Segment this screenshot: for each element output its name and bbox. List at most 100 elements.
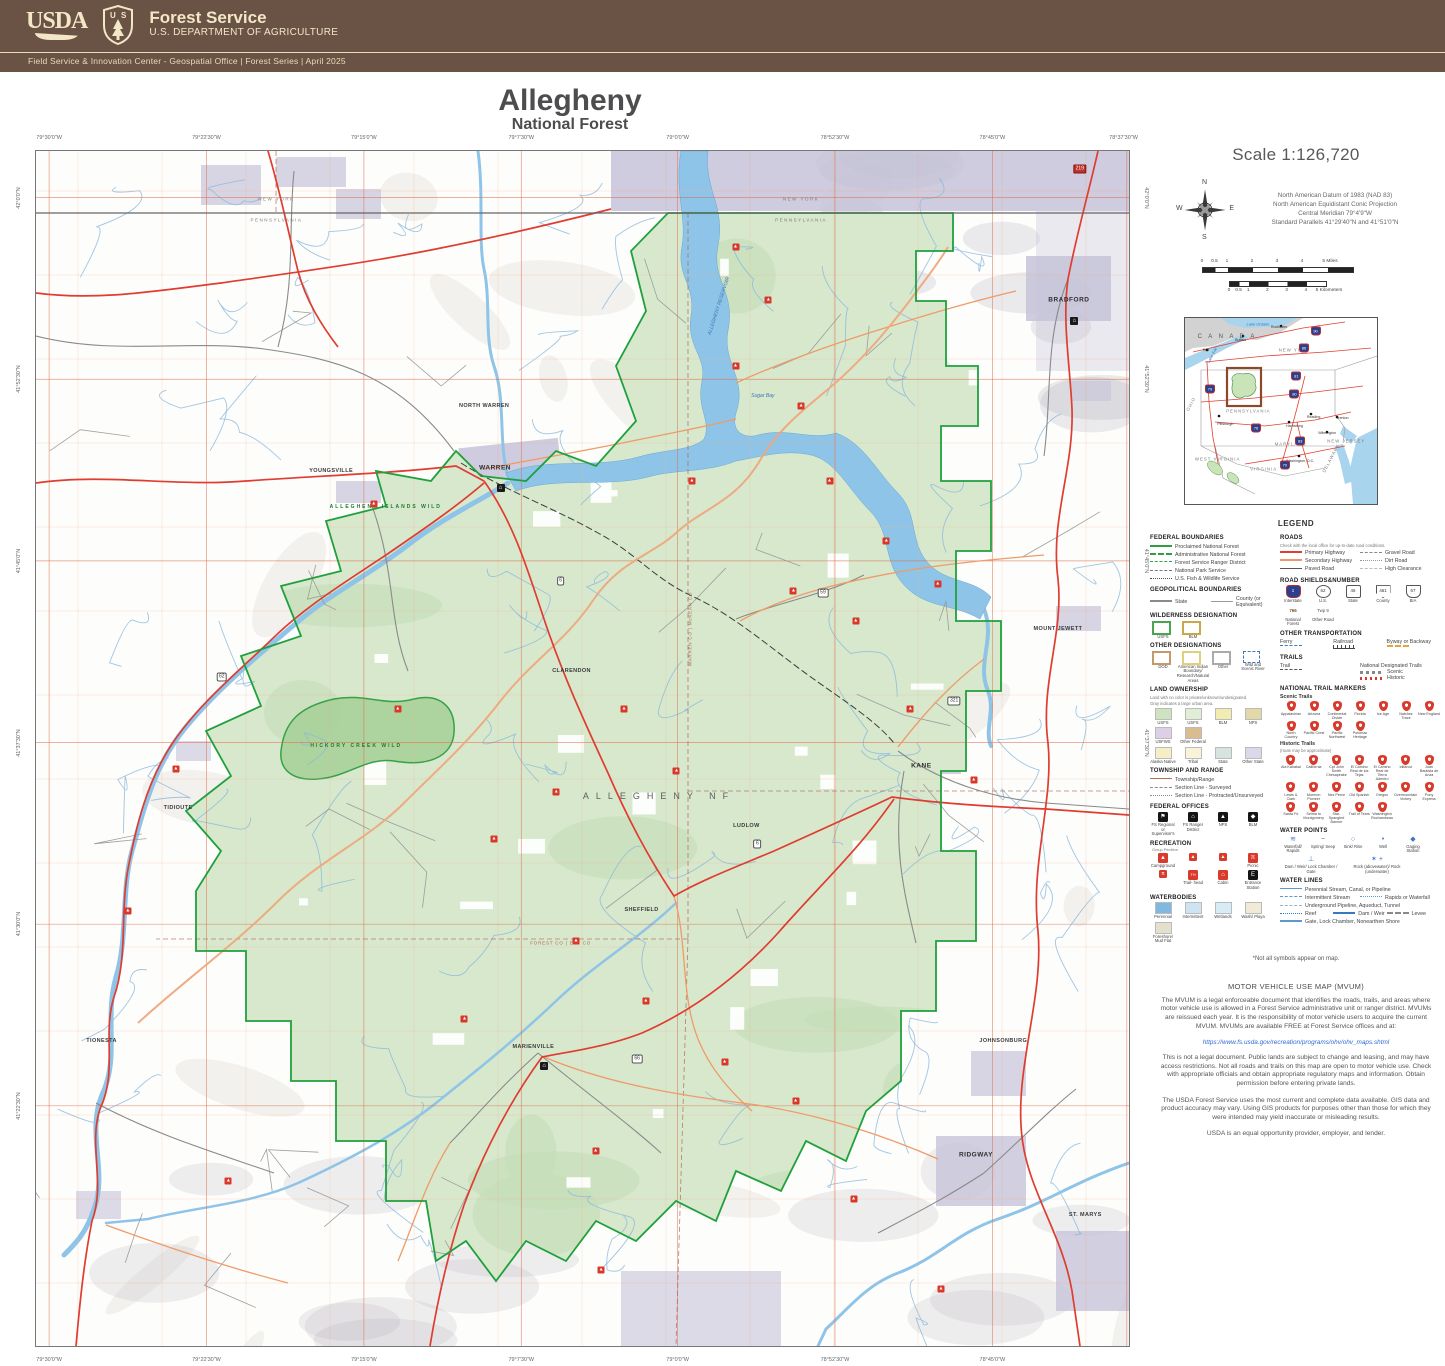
scale-tick: 0.5 <box>1235 288 1242 293</box>
legend-water-lines: WATER LINES Perennial Stream, Canal, or … <box>1280 878 1440 926</box>
legend-item: Trail <box>1280 663 1360 681</box>
legend-item: County (or Equivalent) <box>1211 596 1272 608</box>
mvum-title: MOTOR VEHICLE USE MAP (MVUM) <box>1156 982 1436 991</box>
legend-item: Byway or Backway <box>1387 639 1440 649</box>
trail-marker-icon: Overmountain Victory <box>1394 782 1417 801</box>
federal-office-icon: ⌂FS Ranger District <box>1180 812 1206 837</box>
map-canvas <box>36 151 1129 1346</box>
usda-wordmark: USDA <box>26 10 87 32</box>
main-map: 79°30'0"W79°22'30"W79°15'0"W79°7'30"W79°… <box>35 150 1130 1347</box>
page: { "header": { "usda": "USDA", "agency": … <box>0 0 1445 1366</box>
trail-marker-icon: Natchez Trace <box>1395 701 1417 720</box>
road-shield-icon: 46State <box>1340 585 1366 604</box>
waterbody-swatch: Foreshore/ Mud Flat <box>1150 922 1176 944</box>
scale-tick: 2 <box>1266 288 1269 293</box>
map-label: 42°0'0"N <box>16 187 22 208</box>
land-ownership-swatch: Other Federal <box>1180 727 1206 745</box>
locator-inset-map: C A N A D ALake OntarioLake ErieNEW YORK… <box>1184 317 1378 505</box>
road-shield-icon: 67BIA <box>1400 585 1426 604</box>
trail-marker-icon: Santa Fe <box>1280 802 1302 825</box>
page-title: Allegheny <box>0 86 1140 116</box>
land-ownership-swatch: USFS <box>1150 708 1176 726</box>
trail-marker-icon: Appalachian <box>1280 701 1302 720</box>
symbols-note: *Not all symbols appear on map. <box>1150 956 1442 962</box>
land-ownership-swatch: Tribal <box>1180 747 1206 765</box>
trail-marker-icon: Washington Rochambeau <box>1371 802 1393 825</box>
forest-service-shield-icon: U S <box>101 5 135 45</box>
trail-marker-icon: Pacific Northwest <box>1326 721 1348 740</box>
recreation-icon: ▲ <box>1210 853 1236 869</box>
svg-text:S: S <box>121 11 127 20</box>
scale-tick: 0 <box>1228 288 1231 293</box>
legend-land-ownership: LAND OWNERSHIP Land with no color is pri… <box>1150 687 1272 764</box>
legend-item: BLM <box>1180 621 1206 640</box>
recreation-icon: ⌂Cabin <box>1210 870 1236 890</box>
map-label: 78°37'30"W <box>1109 135 1138 141</box>
legend-federal-offices: FEDERAL OFFICES ⚑FS Regional or Supervis… <box>1150 804 1272 836</box>
legend-item: Other <box>1210 651 1236 683</box>
trail-marker-icon: Mormon Pioneer <box>1303 782 1325 801</box>
interstate-shield-icon: 90 <box>1311 327 1321 336</box>
scale-tick: 0.5 <box>1211 259 1218 264</box>
map-label: 79°22'30"W <box>192 135 221 141</box>
legend-township-range: TOWNSHIP AND RANGE Township/RangeSection… <box>1150 768 1272 800</box>
map-label: 78°45'0"W <box>980 1357 1006 1363</box>
legend-item: Levee <box>1387 911 1440 917</box>
legend-waterbodies: WATERBODIES PerennialIntermittentWetland… <box>1150 895 1272 944</box>
map-label: 41°37'30"N <box>16 729 22 757</box>
land-ownership-swatch: Other State <box>1240 747 1266 765</box>
water-point-icon: ○Sink/ Rise <box>1340 836 1366 854</box>
map-label: 79°0'0"W <box>666 1357 689 1363</box>
agency-name: Forest Service <box>149 10 338 25</box>
map-label: 41°30'0"N <box>16 912 22 936</box>
trail-marker-icon: Iditarod <box>1394 755 1417 782</box>
legend-item: Ferry <box>1280 639 1333 649</box>
trail-marker-icon: Selma to Montgomery <box>1303 802 1325 825</box>
legend-item: Wild and Scenic River <box>1240 651 1266 683</box>
legend-item: Paved Road <box>1280 566 1360 572</box>
road-shield-icon: 62U.S. <box>1310 585 1336 604</box>
federal-office-icon: ◆BLM <box>1240 812 1266 837</box>
recreation-icon: πPicnic <box>1240 853 1266 869</box>
interstate-shield-icon: 76 <box>1251 423 1261 432</box>
recreation-icon: π <box>1150 870 1176 890</box>
trail-marker-icon: Pacific Crest <box>1303 721 1325 740</box>
water-point-icon: ~Spring/ Seep <box>1310 836 1336 854</box>
water-point-icon: ⊥Dam / Weir/ Lock Chamber / Gate <box>1280 856 1342 874</box>
legend-item: Township/Range <box>1150 777 1272 783</box>
scale-tick: 1 <box>1226 259 1229 264</box>
legend-item: Proclaimed National Forest <box>1150 544 1272 550</box>
legend-other-designations: OTHER DESIGNATIONS DODAmerican Indian Bo… <box>1150 643 1272 683</box>
legend-road-shields: ROAD SHIELDS&NUMBER 1Interstate62U.S.46S… <box>1280 578 1440 627</box>
department-name: U.S. DEPARTMENT OF AGRICULTURE <box>149 25 338 40</box>
water-point-icon: ✶ +Rock (abovewater)/ Rock (underwater) <box>1346 856 1408 874</box>
waterbody-swatch: Perennial <box>1150 902 1176 920</box>
header-subbar-text: Field Service & Innovation Center - Geos… <box>28 56 346 66</box>
mvum-paragraph-3: The USDA Forest Service uses the most cu… <box>1156 1097 1436 1123</box>
map-label: 78°45'0"W <box>980 135 1006 141</box>
legend: LEGEND FEDERAL BOUNDARIES Proclaimed Nat… <box>1150 519 1442 948</box>
legend-item: Reef <box>1280 911 1333 917</box>
header-divider <box>0 52 1445 53</box>
interstate-shield-icon: 81 <box>1291 371 1301 380</box>
map-label: 79°15'0"W <box>351 135 377 141</box>
side-panel: Scale 1:126,720 N E S W North American D… <box>1150 145 1442 1147</box>
land-ownership-swatch: State <box>1210 747 1236 765</box>
trail-marker-icon: Arizona <box>1303 701 1325 720</box>
trail-marker-icon: New England <box>1418 701 1440 720</box>
trail-marker-icon: Lewis & Clark <box>1280 782 1302 801</box>
legend-water-points: WATER POINTS ≋Waterfall/ Rapids~Spring/ … <box>1280 828 1440 874</box>
scale-tick: 4 <box>1304 288 1307 293</box>
mvum-link[interactable]: https://www.fs.usda.gov/recreation/progr… <box>1156 1039 1436 1046</box>
trail-marker-icon: Old Spanish <box>1348 782 1370 801</box>
federal-office-icon: ⚑FS Regional or Supervisor's <box>1150 812 1176 837</box>
federal-office-icon: ▲NPS <box>1210 812 1236 837</box>
map-label: 79°0'0"W <box>666 135 689 141</box>
usda-logo: USDA <box>26 10 87 40</box>
mvum-paragraph-1: The MVUM is a legal enforceable document… <box>1156 997 1436 1031</box>
legend-item: Administrative National Forest <box>1150 552 1272 558</box>
legend-item: Forest Service Ranger District <box>1150 560 1272 566</box>
svg-text:U: U <box>110 11 116 20</box>
water-point-icon: •Well <box>1370 836 1396 854</box>
map-label: 79°7'30"W <box>508 1357 534 1363</box>
